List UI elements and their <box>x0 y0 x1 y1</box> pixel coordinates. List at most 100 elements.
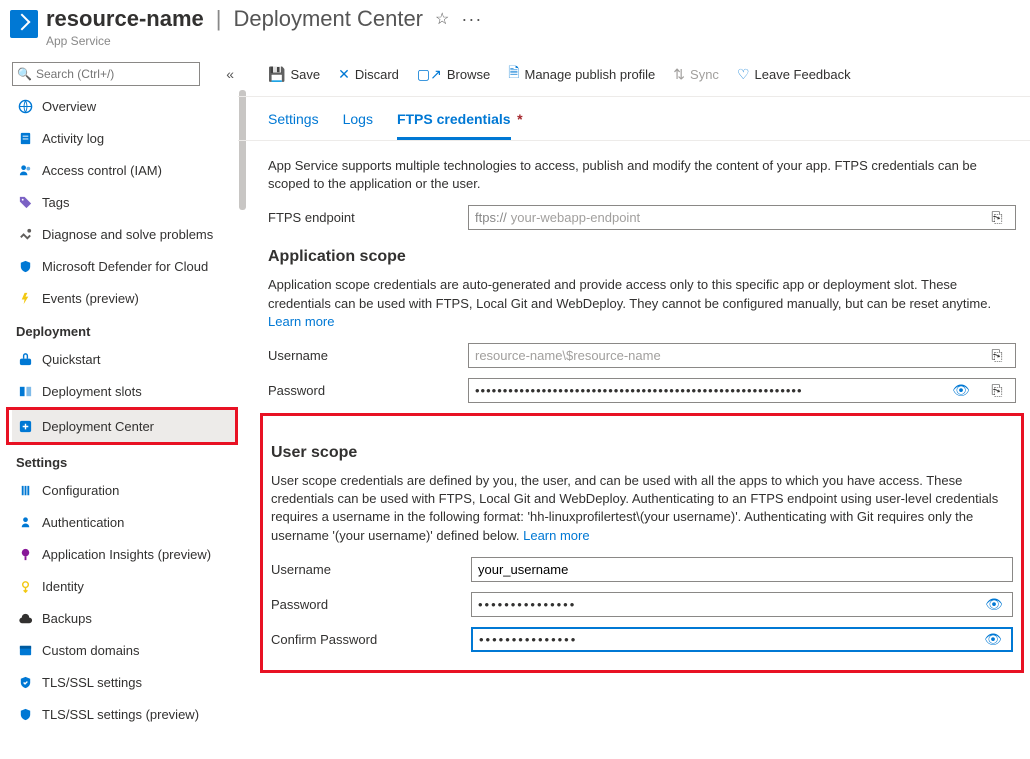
diagnose-icon <box>16 225 34 243</box>
resource-type-subtitle: App Service <box>46 34 482 48</box>
sidebar-item-label: TLS/SSL settings <box>42 675 142 690</box>
app-username-field[interactable]: resource-name\$resource-name ⎘ <box>468 343 1016 368</box>
sidebar-item-identity[interactable]: Identity <box>12 570 238 602</box>
insights-icon <box>16 545 34 563</box>
page-title: Deployment Center <box>233 6 423 32</box>
sidebar-item-label: Identity <box>42 579 84 594</box>
learn-more-link[interactable]: Learn more <box>523 528 589 543</box>
backup-icon <box>16 609 34 627</box>
sidebar-item-deployment-slots[interactable]: Deployment slots <box>12 375 238 407</box>
discard-label: Discard <box>355 67 399 82</box>
sidebar-heading-settings: Settings <box>16 455 238 470</box>
defender-icon <box>16 257 34 275</box>
tabs: Settings Logs FTPS credentials* <box>238 97 1030 141</box>
title-separator: | <box>216 6 222 32</box>
sidebar-item-application-insights-preview-[interactable]: Application Insights (preview) <box>12 538 238 570</box>
browse-button[interactable]: ▢↗Browse <box>417 66 490 83</box>
user-username-label: Username <box>271 562 471 577</box>
favorite-star-icon[interactable]: ☆ <box>435 9 449 29</box>
sidebar-item-authentication[interactable]: Authentication <box>12 506 238 538</box>
eye-icon[interactable]: 👁 <box>975 629 1011 650</box>
resource-name-title: resource-name <box>46 6 204 32</box>
copy-icon[interactable]: ⎘ <box>979 344 1015 367</box>
unsaved-indicator-icon: * <box>517 111 522 127</box>
sidebar-heading-deployment: Deployment <box>16 324 238 339</box>
user-scope-desc: User scope credentials are defined by yo… <box>271 472 1013 545</box>
auth-icon <box>16 513 34 531</box>
save-label: Save <box>290 67 320 82</box>
sidebar-item-label: Events (preview) <box>42 291 139 306</box>
ftps-prefix: ftps:// <box>475 210 507 225</box>
sidebar-item-tags[interactable]: Tags <box>12 186 238 218</box>
sidebar-item-label: Overview <box>42 99 96 114</box>
sidebar-item-label: Deployment Center <box>42 419 154 434</box>
manage-label: Manage publish profile <box>524 67 655 82</box>
sidebar-item-label: Configuration <box>42 483 119 498</box>
highlight-box-user-scope: User scope User scope credentials are de… <box>260 413 1024 673</box>
sidebar: « 🔍 Overview Activity logAccess control (… <box>0 54 238 730</box>
tab-ftps-credentials[interactable]: FTPS credentials* <box>397 111 511 140</box>
sidebar-search-box[interactable]: 🔍 <box>12 62 200 86</box>
tab-settings[interactable]: Settings <box>268 111 319 140</box>
user-username-input[interactable] <box>471 557 1013 582</box>
eye-icon[interactable]: 👁 <box>976 593 1012 616</box>
sidebar-item-custom-domains[interactable]: Custom domains <box>12 634 238 666</box>
sync-label: Sync <box>690 67 719 82</box>
application-scope-desc: Application scope credentials are auto-g… <box>268 276 1016 331</box>
sidebar-item-microsoft-defender-for-cloud[interactable]: Microsoft Defender for Cloud <box>12 250 238 282</box>
sidebar-item-activity-log[interactable]: Activity log <box>12 122 238 154</box>
eye-icon[interactable]: 👁 <box>943 379 979 402</box>
save-button[interactable]: 💾 Save <box>268 66 320 83</box>
user-username-value[interactable] <box>478 562 1006 577</box>
sidebar-item-label: Microsoft Defender for Cloud <box>42 259 208 274</box>
identity-icon <box>16 577 34 595</box>
slots-icon <box>16 382 34 400</box>
sidebar-item-events-preview-[interactable]: Events (preview) <box>12 282 238 314</box>
copy-icon[interactable]: ⎘ <box>979 379 1015 402</box>
manage-icon: 🗎 <box>508 62 519 86</box>
sidebar-item-tls-ssl-settings[interactable]: TLS/SSL settings <box>12 666 238 698</box>
app-password-field[interactable]: ••••••••••••••••••••••••••••••••••••••••… <box>468 378 1016 403</box>
sidebar-item-backups[interactable]: Backups <box>12 602 238 634</box>
app-username-label: Username <box>268 348 468 363</box>
feedback-button[interactable]: ♡Leave Feedback <box>737 66 851 83</box>
sidebar-item-tls-ssl-settings-preview-[interactable]: TLS/SSL settings (preview) <box>12 698 238 730</box>
sidebar-item-access-control-iam-[interactable]: Access control (IAM) <box>12 154 238 186</box>
sidebar-item-overview[interactable]: Overview <box>12 90 238 122</box>
app-service-icon <box>10 10 38 38</box>
sync-button: ⇅ Sync <box>673 66 719 83</box>
sidebar-item-deployment-center[interactable]: Deployment Center <box>12 410 235 442</box>
sync-icon: ⇅ <box>673 66 685 83</box>
sidebar-item-label: Authentication <box>42 515 124 530</box>
sidebar-item-label: Application Insights (preview) <box>42 547 211 562</box>
iam-icon <box>16 161 34 179</box>
discard-icon: ✕ <box>338 66 350 83</box>
manage-publish-button[interactable]: 🗎 Manage publish profile <box>508 62 655 86</box>
user-password-label: Password <box>271 597 471 612</box>
config-icon <box>16 481 34 499</box>
sidebar-item-diagnose-and-solve-problems[interactable]: Diagnose and solve problems <box>12 218 238 250</box>
more-actions-icon[interactable]: ··· <box>461 9 482 30</box>
globe-icon <box>16 97 34 115</box>
app-username-value: resource-name\$resource-name <box>475 348 661 363</box>
user-scope-heading: User scope <box>271 444 1013 462</box>
learn-more-link[interactable]: Learn more <box>268 314 334 329</box>
user-password-value: ••••••••••••••• <box>478 597 576 612</box>
sidebar-search-input[interactable] <box>36 67 195 81</box>
user-password-input[interactable]: ••••••••••••••• 👁 <box>471 592 1013 617</box>
save-icon: 💾 <box>268 66 285 83</box>
sidebar-item-label: Tags <box>42 195 69 210</box>
sidebar-item-configuration[interactable]: Configuration <box>12 474 238 506</box>
sidebar-item-label: Custom domains <box>42 643 140 658</box>
tls-icon <box>16 673 34 691</box>
browse-label: Browse <box>447 67 490 82</box>
sidebar-item-label: Deployment slots <box>42 384 142 399</box>
ftps-endpoint-field[interactable]: ftps:// your-webapp-endpoint ⎘ <box>468 205 1016 230</box>
copy-icon[interactable]: ⎘ <box>979 206 1015 229</box>
sidebar-item-label: Quickstart <box>42 352 101 367</box>
discard-button[interactable]: ✕ Discard <box>338 66 399 83</box>
confirm-password-input[interactable]: ••••••••••••••• 👁 <box>471 627 1013 652</box>
collapse-sidebar-icon[interactable]: « <box>226 66 234 82</box>
tab-logs[interactable]: Logs <box>343 111 373 140</box>
sidebar-item-quickstart[interactable]: Quickstart <box>12 343 238 375</box>
